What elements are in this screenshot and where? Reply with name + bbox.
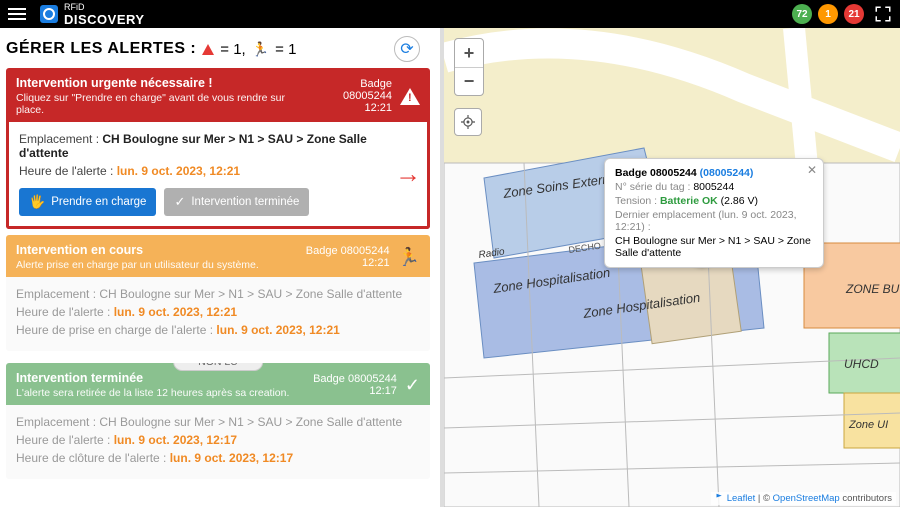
running-count: = 1 (275, 41, 296, 58)
card-body: Emplacement : CH Boulogne sur Mer > N1 >… (6, 122, 430, 229)
zoom-in-button[interactable]: + (455, 39, 483, 67)
loc-label: Emplacement : (16, 287, 99, 301)
map-popup: ✕ Badge 08005244 (08005244) N° série du … (604, 158, 824, 268)
alert-time-label: Heure de l'alerte : (16, 305, 114, 319)
leaflet-link[interactable]: Leaflet (727, 493, 756, 504)
card-title: Intervention terminée (16, 371, 289, 385)
warning-icon (400, 88, 420, 105)
brand-small: RFiD (64, 2, 145, 12)
popup-tension-label: Tension : (615, 195, 660, 207)
done-check-icon: ✓ (405, 375, 420, 396)
menu-icon[interactable] (8, 8, 26, 20)
intervention-done-button[interactable]: ✓Intervention terminée (164, 188, 309, 216)
urgent-count: = 1, (220, 41, 245, 58)
card-subtitle: L'alerte sera retirée de la liste 12 heu… (16, 387, 289, 399)
loc-label: Emplacement : (19, 132, 102, 146)
card-badge: Badge 08005244 (310, 78, 392, 102)
loc-label: Emplacement : (16, 415, 99, 429)
popup-battery-status: Batterie OK (660, 195, 718, 207)
popup-voltage: (2.86 V) (718, 195, 758, 207)
popup-close-icon[interactable]: ✕ (807, 163, 817, 177)
popup-location: CH Boulogne sur Mer > N1 > SAU > Zone Sa… (615, 235, 813, 259)
map-panel[interactable]: Zone Soins Externes Zone Hospitalisation… (444, 28, 900, 507)
alert-time-value: lun. 9 oct. 2023, 12:21 (117, 164, 240, 178)
card-body: Emplacement : CH Boulogne sur Mer > N1 >… (6, 405, 430, 479)
unread-badge: NON LU (173, 363, 263, 371)
hand-icon: 🖐 (29, 194, 45, 210)
go-arrow-icon[interactable]: → (395, 159, 421, 190)
urgent-alert-icon (202, 44, 214, 55)
check-icon: ✓ (174, 194, 185, 210)
popup-serial-label: N° série du tag : (615, 181, 693, 193)
zone-label: ZONE BU (845, 282, 900, 296)
running-icon: 🏃 (398, 247, 420, 268)
topbar: RFiD DISCOVERY 72 1 21 (0, 0, 900, 28)
card-time: 12:21 (364, 102, 392, 114)
zone-label: UHCD (844, 357, 879, 371)
map-controls: + − (454, 38, 484, 136)
alert-time-label: Heure de l'alerte : (16, 433, 114, 447)
card-subtitle: Cliquez sur "Prendre en charge" avant de… (16, 92, 310, 116)
card-time: 12:21 (362, 257, 390, 269)
brand-logo[interactable]: RFiD DISCOVERY (40, 2, 145, 27)
card-badge: Badge 08005244 (306, 245, 390, 257)
alerts-panel: GÉRER LES ALERTES : = 1, 🏃 = 1 ⟳ Interve… (0, 28, 440, 507)
loc-value: CH Boulogne sur Mer > N1 > SAU > Zone Sa… (99, 415, 402, 429)
closed-value: lun. 9 oct. 2023, 12:17 (170, 451, 293, 465)
closed-label: Heure de clôture de l'alerte : (16, 451, 170, 465)
card-body: Emplacement : CH Boulogne sur Mer > N1 >… (6, 277, 430, 351)
page-title: GÉRER LES ALERTES : (6, 40, 196, 58)
card-subtitle: Alerte prise en charge par un utilisateu… (16, 259, 259, 271)
popup-serial: 8005244 (693, 181, 734, 193)
card-badge: Badge 08005244 (313, 373, 397, 385)
zone-label: Zone UI (848, 419, 888, 431)
running-alert-icon: 🏃 (252, 41, 269, 58)
take-charge-button[interactable]: 🖐Prendre en charge (19, 188, 156, 216)
popup-title: Badge 08005244 (615, 167, 697, 179)
card-title: Intervention urgente nécessaire ! (16, 76, 310, 90)
popup-last-label: Dernier emplacement (615, 209, 718, 221)
card-header: Intervention en cours Alerte prise en ch… (6, 235, 430, 277)
osm-link[interactable]: OpenStreetMap (773, 493, 840, 504)
locate-button[interactable] (454, 108, 482, 136)
map-attribution: Leaflet | © OpenStreetMap contributors (711, 492, 896, 505)
alert-time-value: lun. 9 oct. 2023, 12:17 (114, 433, 237, 447)
brand-large: DISCOVERY (64, 12, 145, 27)
popup-title-link[interactable]: (08005244) (700, 167, 754, 179)
logo-mark-icon (40, 5, 58, 23)
card-header: Intervention urgente nécessaire ! Clique… (6, 68, 430, 122)
zoom-out-button[interactable]: − (455, 67, 483, 95)
taken-value: lun. 9 oct. 2023, 12:21 (216, 323, 339, 337)
taken-label: Heure de prise en charge de l'alerte : (16, 323, 216, 337)
status-badge-green[interactable]: 72 (792, 4, 812, 24)
status-badge-orange[interactable]: 1 (818, 4, 838, 24)
alert-time-label: Heure de l'alerte : (19, 164, 117, 178)
alert-time-value: lun. 9 oct. 2023, 12:21 (114, 305, 237, 319)
refresh-button[interactable]: ⟳ (394, 36, 420, 62)
card-time: 12:17 (369, 385, 397, 397)
loc-value: CH Boulogne sur Mer > N1 > SAU > Zone Sa… (99, 287, 402, 301)
alert-card-done: NON LU Intervention terminée L'alerte se… (6, 363, 430, 479)
alert-card-urgent: Intervention urgente nécessaire ! Clique… (6, 68, 430, 229)
alert-card-inprogress: Intervention en cours Alerte prise en ch… (6, 235, 430, 351)
fullscreen-icon[interactable] (874, 5, 892, 23)
panel-header: GÉRER LES ALERTES : = 1, 🏃 = 1 ⟳ (6, 36, 430, 62)
card-title: Intervention en cours (16, 243, 259, 257)
status-badge-red[interactable]: 21 (844, 4, 864, 24)
leaflet-flag-icon (715, 493, 724, 502)
